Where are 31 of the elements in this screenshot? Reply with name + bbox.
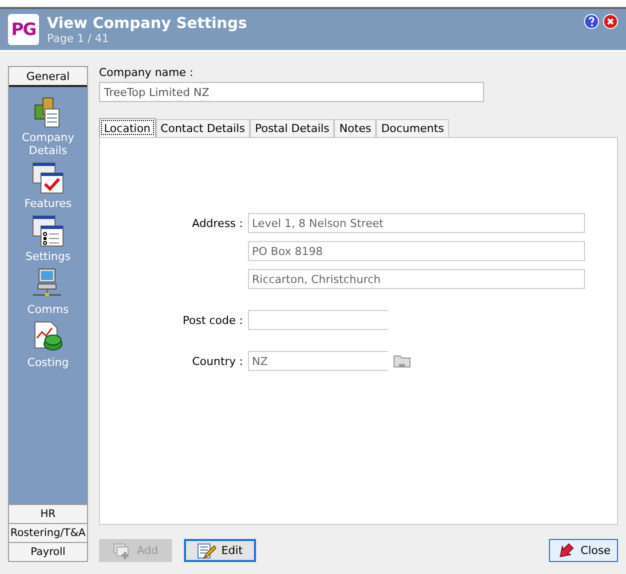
pencil-icon — [197, 542, 216, 560]
post-code-field[interactable] — [248, 310, 388, 330]
sidebar-header[interactable]: General — [9, 67, 87, 87]
field-label: Country : — [192, 354, 243, 368]
app-logo: PG — [8, 14, 39, 45]
country-field[interactable]: NZ — [248, 351, 388, 371]
window-title: View Company Settings — [47, 14, 248, 32]
tab[interactable]: Documents — [376, 119, 449, 137]
page-counter: Page 1 / 41 — [47, 32, 110, 45]
settings-icon[interactable] — [31, 214, 65, 248]
sidebar-section[interactable]: HR — [9, 504, 87, 523]
tab[interactable]: Location — [99, 118, 156, 137]
address-field[interactable]: Level 1, 8 Nelson Street — [248, 213, 585, 233]
close-button[interactable]: Close — [549, 539, 618, 562]
arrow-icon — [556, 542, 576, 560]
tab[interactable]: Postal Details — [250, 119, 334, 137]
field-label: Post code : — [182, 314, 243, 326]
folder-icon[interactable] — [393, 354, 411, 368]
address-field[interactable]: PO Box 8198 — [248, 241, 585, 261]
tab[interactable]: Contact Details — [156, 119, 250, 137]
help-icon[interactable] — [584, 14, 599, 29]
field-label: Company name : — [99, 66, 194, 80]
address-field[interactable]: Riccarton, Christchurch — [248, 269, 585, 289]
sidebar-section[interactable]: Rostering/T&A — [9, 523, 87, 542]
tab[interactable]: Notes — [334, 119, 376, 137]
sidebar-section[interactable]: Payroll — [9, 542, 87, 561]
field-label: Address : — [192, 216, 243, 230]
edit-button[interactable]: Edit — [184, 539, 256, 562]
company-name-field[interactable]: TreeTop Limited NZ — [99, 82, 484, 102]
features-icon[interactable] — [31, 161, 65, 195]
close-icon[interactable] — [603, 14, 618, 29]
